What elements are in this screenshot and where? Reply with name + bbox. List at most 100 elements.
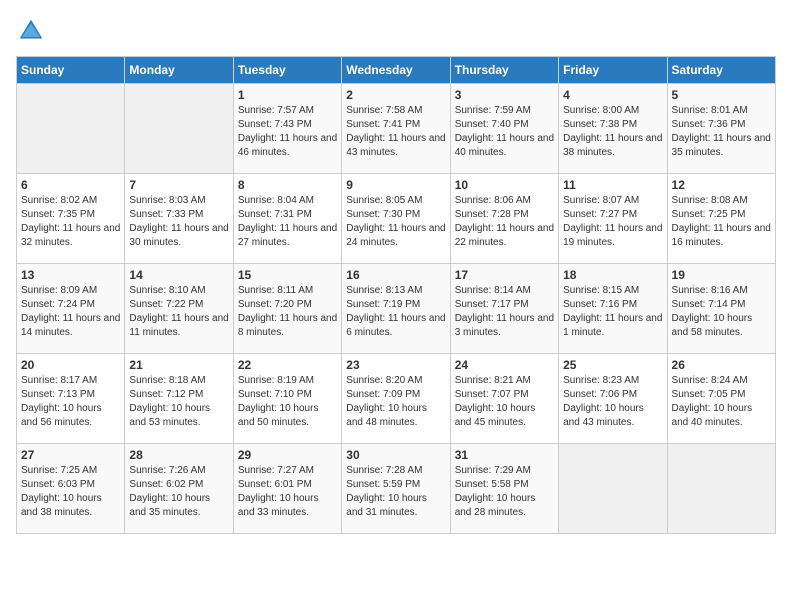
calendar-cell: 7 Sunrise: 8:03 AM Sunset: 7:33 PM Daylig… <box>125 174 233 264</box>
day-number: 29 <box>238 448 337 462</box>
calendar-cell: 24 Sunrise: 8:21 AM Sunset: 7:07 PM Dayli… <box>450 354 558 444</box>
calendar-cell: 29 Sunrise: 7:27 AM Sunset: 6:01 PM Dayli… <box>233 444 341 534</box>
calendar-cell: 16 Sunrise: 8:13 AM Sunset: 7:19 PM Dayli… <box>342 264 450 354</box>
calendar-cell: 28 Sunrise: 7:26 AM Sunset: 6:02 PM Dayli… <box>125 444 233 534</box>
day-header-monday: Monday <box>125 57 233 84</box>
calendar-cell: 30 Sunrise: 7:28 AM Sunset: 5:59 PM Dayli… <box>342 444 450 534</box>
cell-content: Sunrise: 8:14 AM Sunset: 7:17 PM Dayligh… <box>455 284 554 340</box>
day-number: 18 <box>563 268 662 282</box>
cell-content: Sunrise: 8:16 AM Sunset: 7:14 PM Dayligh… <box>672 284 771 340</box>
cell-content: Sunrise: 7:26 AM Sunset: 6:02 PM Dayligh… <box>129 464 228 520</box>
calendar-cell: 3 Sunrise: 7:59 AM Sunset: 7:40 PM Daylig… <box>450 84 558 174</box>
cell-content: Sunrise: 8:05 AM Sunset: 7:30 PM Dayligh… <box>346 194 445 250</box>
cell-content: Sunrise: 7:59 AM Sunset: 7:40 PM Dayligh… <box>455 104 554 160</box>
day-number: 13 <box>21 268 120 282</box>
cell-content: Sunrise: 8:24 AM Sunset: 7:05 PM Dayligh… <box>672 374 771 430</box>
calendar-table: SundayMondayTuesdayWednesdayThursdayFrid… <box>16 56 776 534</box>
day-number: 31 <box>455 448 554 462</box>
day-number: 7 <box>129 178 228 192</box>
calendar-cell: 13 Sunrise: 8:09 AM Sunset: 7:24 PM Dayli… <box>17 264 125 354</box>
calendar-cell: 25 Sunrise: 8:23 AM Sunset: 7:06 PM Dayli… <box>559 354 667 444</box>
calendar-cell: 31Sunrise: 7:29 AM Sunset: 5:58 PM Dayli… <box>450 444 558 534</box>
cell-content: Sunrise: 8:10 AM Sunset: 7:22 PM Dayligh… <box>129 284 228 340</box>
day-number: 12 <box>672 178 771 192</box>
cell-content: Sunrise: 8:18 AM Sunset: 7:12 PM Dayligh… <box>129 374 228 430</box>
cell-content: Sunrise: 7:28 AM Sunset: 5:59 PM Dayligh… <box>346 464 445 520</box>
calendar-cell: 6Sunrise: 8:02 AM Sunset: 7:35 PM Daylig… <box>17 174 125 264</box>
cell-content: Sunrise: 8:01 AM Sunset: 7:36 PM Dayligh… <box>672 104 771 160</box>
day-number: 4 <box>563 88 662 102</box>
week-row-1: 1Sunrise: 7:57 AM Sunset: 7:43 PM Daylig… <box>17 84 776 174</box>
cell-content: Sunrise: 8:17 AM Sunset: 7:13 PM Dayligh… <box>21 374 120 430</box>
header-row: SundayMondayTuesdayWednesdayThursdayFrid… <box>17 57 776 84</box>
calendar-cell: 19 Sunrise: 8:16 AM Sunset: 7:14 PM Dayli… <box>667 264 775 354</box>
day-header-sunday: Sunday <box>17 57 125 84</box>
day-number: 21 <box>129 358 228 372</box>
day-header-saturday: Saturday <box>667 57 775 84</box>
calendar-cell: 27Sunrise: 7:25 AM Sunset: 6:03 PM Dayli… <box>17 444 125 534</box>
cell-content: Sunrise: 7:58 AM Sunset: 7:41 PM Dayligh… <box>346 104 445 160</box>
calendar-cell: 10Sunrise: 8:06 AM Sunset: 7:28 PM Dayli… <box>450 174 558 264</box>
calendar-cell <box>559 444 667 534</box>
day-number: 15 <box>238 268 337 282</box>
day-number: 3 <box>455 88 554 102</box>
day-number: 9 <box>346 178 445 192</box>
calendar-cell: 20 Sunrise: 8:17 AM Sunset: 7:13 PM Dayli… <box>17 354 125 444</box>
calendar-cell: 23Sunrise: 8:20 AM Sunset: 7:09 PM Dayli… <box>342 354 450 444</box>
cell-content: Sunrise: 8:08 AM Sunset: 7:25 PM Dayligh… <box>672 194 771 250</box>
day-number: 23 <box>346 358 445 372</box>
day-number: 26 <box>672 358 771 372</box>
logo-icon <box>16 16 46 46</box>
day-header-tuesday: Tuesday <box>233 57 341 84</box>
cell-content: Sunrise: 8:13 AM Sunset: 7:19 PM Dayligh… <box>346 284 445 340</box>
cell-content: Sunrise: 7:27 AM Sunset: 6:01 PM Dayligh… <box>238 464 337 520</box>
cell-content: Sunrise: 8:00 AM Sunset: 7:38 PM Dayligh… <box>563 104 662 160</box>
week-row-5: 27Sunrise: 7:25 AM Sunset: 6:03 PM Dayli… <box>17 444 776 534</box>
day-number: 6 <box>21 178 120 192</box>
cell-content: Sunrise: 7:57 AM Sunset: 7:43 PM Dayligh… <box>238 104 337 160</box>
day-number: 25 <box>563 358 662 372</box>
day-number: 20 <box>21 358 120 372</box>
calendar-cell: 26 Sunrise: 8:24 AM Sunset: 7:05 PM Dayli… <box>667 354 775 444</box>
calendar-cell: 9 Sunrise: 8:05 AM Sunset: 7:30 PM Daylig… <box>342 174 450 264</box>
day-number: 14 <box>129 268 228 282</box>
cell-content: Sunrise: 8:09 AM Sunset: 7:24 PM Dayligh… <box>21 284 120 340</box>
logo <box>16 16 50 46</box>
page-header <box>16 16 776 46</box>
cell-content: Sunrise: 8:23 AM Sunset: 7:06 PM Dayligh… <box>563 374 662 430</box>
day-number: 19 <box>672 268 771 282</box>
cell-content: Sunrise: 8:21 AM Sunset: 7:07 PM Dayligh… <box>455 374 554 430</box>
day-number: 22 <box>238 358 337 372</box>
calendar-cell: 4 Sunrise: 8:00 AM Sunset: 7:38 PM Daylig… <box>559 84 667 174</box>
cell-content: Sunrise: 8:07 AM Sunset: 7:27 PM Dayligh… <box>563 194 662 250</box>
day-header-wednesday: Wednesday <box>342 57 450 84</box>
calendar-cell: 15Sunrise: 8:11 AM Sunset: 7:20 PM Dayli… <box>233 264 341 354</box>
cell-content: Sunrise: 8:15 AM Sunset: 7:16 PM Dayligh… <box>563 284 662 340</box>
cell-content: Sunrise: 7:25 AM Sunset: 6:03 PM Dayligh… <box>21 464 120 520</box>
calendar-cell: 17 Sunrise: 8:14 AM Sunset: 7:17 PM Dayli… <box>450 264 558 354</box>
calendar-cell: 14 Sunrise: 8:10 AM Sunset: 7:22 PM Dayli… <box>125 264 233 354</box>
calendar-cell: 8Sunrise: 8:04 AM Sunset: 7:31 PM Daylig… <box>233 174 341 264</box>
calendar-cell <box>667 444 775 534</box>
cell-content: Sunrise: 8:19 AM Sunset: 7:10 PM Dayligh… <box>238 374 337 430</box>
day-number: 2 <box>346 88 445 102</box>
day-number: 24 <box>455 358 554 372</box>
calendar-cell: 2 Sunrise: 7:58 AM Sunset: 7:41 PM Daylig… <box>342 84 450 174</box>
day-number: 17 <box>455 268 554 282</box>
calendar-cell: 22 Sunrise: 8:19 AM Sunset: 7:10 PM Dayli… <box>233 354 341 444</box>
day-header-friday: Friday <box>559 57 667 84</box>
week-row-3: 13 Sunrise: 8:09 AM Sunset: 7:24 PM Dayli… <box>17 264 776 354</box>
day-number: 16 <box>346 268 445 282</box>
calendar-cell <box>17 84 125 174</box>
day-number: 30 <box>346 448 445 462</box>
day-number: 28 <box>129 448 228 462</box>
calendar-cell: 18 Sunrise: 8:15 AM Sunset: 7:16 PM Dayli… <box>559 264 667 354</box>
week-row-2: 6Sunrise: 8:02 AM Sunset: 7:35 PM Daylig… <box>17 174 776 264</box>
calendar-cell: 21 Sunrise: 8:18 AM Sunset: 7:12 PM Dayli… <box>125 354 233 444</box>
calendar-cell: 11Sunrise: 8:07 AM Sunset: 7:27 PM Dayli… <box>559 174 667 264</box>
cell-content: Sunrise: 8:06 AM Sunset: 7:28 PM Dayligh… <box>455 194 554 250</box>
calendar-cell <box>125 84 233 174</box>
cell-content: Sunrise: 8:03 AM Sunset: 7:33 PM Dayligh… <box>129 194 228 250</box>
day-header-thursday: Thursday <box>450 57 558 84</box>
day-number: 8 <box>238 178 337 192</box>
